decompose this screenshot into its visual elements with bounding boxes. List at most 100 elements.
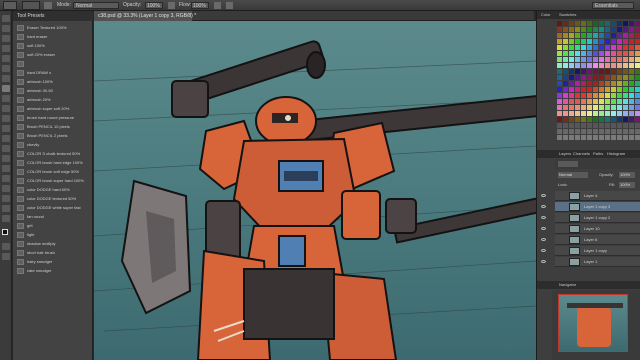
swatch-cell[interactable]	[581, 99, 586, 104]
swatch-cell[interactable]	[629, 123, 634, 128]
swatch-cell[interactable]	[593, 93, 598, 98]
swatch-cell[interactable]	[587, 93, 592, 98]
swatch-cell[interactable]	[623, 45, 628, 50]
swatch-cell[interactable]	[635, 81, 640, 86]
swatch-cell[interactable]	[605, 117, 610, 122]
swatch-cell[interactable]	[635, 111, 640, 116]
swatch-cell[interactable]	[581, 21, 586, 26]
layer-visibility-eye-icon[interactable]	[541, 194, 546, 197]
swatch-cell[interactable]	[605, 75, 610, 80]
swatch-cell[interactable]	[629, 93, 634, 98]
swatch-cell[interactable]	[611, 99, 616, 104]
swatch-cell[interactable]	[557, 123, 562, 128]
swatch-cell[interactable]	[575, 57, 580, 62]
swatch-cell[interactable]	[617, 45, 622, 50]
swatch-cell[interactable]	[575, 51, 580, 56]
swatch-cell[interactable]	[617, 63, 622, 68]
swatch-cell[interactable]	[581, 63, 586, 68]
tool-preset-item[interactable]: airbrush 30-50	[27, 87, 53, 95]
history-brush-tool-icon[interactable]	[2, 105, 10, 112]
dodge-tool-icon[interactable]	[2, 145, 10, 152]
swatch-cell[interactable]	[599, 57, 604, 62]
tool-preset-item[interactable]: COLOR brush soft edge 50%	[27, 168, 79, 176]
swatch-cell[interactable]	[629, 51, 634, 56]
swatch-cell[interactable]	[593, 39, 598, 44]
swatch-cell[interactable]	[617, 21, 622, 26]
swatch-cell[interactable]	[575, 123, 580, 128]
swatch-cell[interactable]	[581, 45, 586, 50]
filter-kind-select[interactable]	[558, 161, 578, 167]
swatch-cell[interactable]	[575, 87, 580, 92]
swatch-cell[interactable]	[593, 27, 598, 32]
layer-row[interactable]: Layer 1 copy	[541, 246, 640, 256]
swatch-cell[interactable]	[635, 21, 640, 26]
layer-visibility-eye-icon[interactable]	[541, 205, 546, 208]
move-tool-icon[interactable]	[2, 15, 10, 22]
swatch-cell[interactable]	[593, 87, 598, 92]
swatch-cell[interactable]	[617, 75, 622, 80]
swatch-cell[interactable]	[605, 69, 610, 74]
swatch-cell[interactable]	[635, 33, 640, 38]
swatch-cell[interactable]	[569, 27, 574, 32]
swatch-cell[interactable]	[611, 105, 616, 110]
swatch-cell[interactable]	[557, 27, 562, 32]
swatch-cell[interactable]	[611, 21, 616, 26]
swatch-cell[interactable]	[587, 129, 592, 134]
swatch-cell[interactable]	[617, 39, 622, 44]
swatch-cell[interactable]	[563, 57, 568, 62]
zoom-tool-icon[interactable]	[2, 215, 10, 222]
swatch-cell[interactable]	[563, 117, 568, 122]
tool-preset-item[interactable]: grit	[27, 222, 33, 230]
swatch-cell[interactable]	[617, 33, 622, 38]
swatch-cell[interactable]	[611, 39, 616, 44]
swatch-cell[interactable]	[605, 123, 610, 128]
swatch-cell[interactable]	[569, 111, 574, 116]
swatch-cell[interactable]	[605, 87, 610, 92]
tool-preset-item[interactable]: airbrush 100%	[27, 78, 53, 86]
swatch-cell[interactable]	[557, 81, 562, 86]
swatch-cell[interactable]	[557, 21, 562, 26]
swatch-cell[interactable]	[581, 75, 586, 80]
hand-tool-icon[interactable]	[2, 205, 10, 212]
swatch-cell[interactable]	[575, 69, 580, 74]
swatch-cell[interactable]	[575, 105, 580, 110]
swatch-cell[interactable]	[605, 21, 610, 26]
swatch-cell[interactable]	[605, 135, 610, 140]
swatch-cell[interactable]	[611, 129, 616, 134]
swatch-cell[interactable]	[629, 117, 634, 122]
fill-field[interactable]: 100%	[619, 182, 635, 188]
swatch-cell[interactable]	[557, 75, 562, 80]
3d-rotate-tool-icon[interactable]	[2, 195, 10, 202]
swatch-cell[interactable]	[563, 105, 568, 110]
gradient-tool-icon[interactable]	[2, 125, 10, 132]
swatch-cell[interactable]	[563, 111, 568, 116]
layer-row[interactable]: Layer 1 copy 3	[541, 202, 640, 212]
swatch-cell[interactable]	[617, 135, 622, 140]
swatch-cell[interactable]	[581, 123, 586, 128]
swatch-cell[interactable]	[587, 123, 592, 128]
tab-paths[interactable]: Paths	[593, 151, 603, 156]
layer-visibility-eye-icon[interactable]	[541, 249, 546, 252]
swatch-cell[interactable]	[629, 135, 634, 140]
swatch-cell[interactable]	[635, 135, 640, 140]
layer-row[interactable]: Layer 6	[541, 235, 640, 245]
tool-preset-item[interactable]: hard eraser	[27, 33, 47, 41]
swatch-cell[interactable]	[623, 51, 628, 56]
swatch-cell[interactable]	[599, 33, 604, 38]
swatch-cell[interactable]	[611, 123, 616, 128]
tool-preset-item[interactable]: COLOR S chalk textured 50%	[27, 150, 80, 158]
type-tool-icon[interactable]	[2, 165, 10, 172]
swatch-cell[interactable]	[611, 33, 616, 38]
swatch-cell[interactable]	[587, 69, 592, 74]
swatch-cell[interactable]	[599, 87, 604, 92]
swatch-cell[interactable]	[605, 63, 610, 68]
swatch-cell[interactable]	[635, 45, 640, 50]
swatch-cell[interactable]	[593, 63, 598, 68]
swatch-cell[interactable]	[623, 129, 628, 134]
swatch-cell[interactable]	[569, 93, 574, 98]
swatch-cell[interactable]	[581, 135, 586, 140]
swatch-cell[interactable]	[605, 105, 610, 110]
swatch-cell[interactable]	[611, 81, 616, 86]
swatch-cell[interactable]	[563, 69, 568, 74]
swatch-cell[interactable]	[593, 129, 598, 134]
